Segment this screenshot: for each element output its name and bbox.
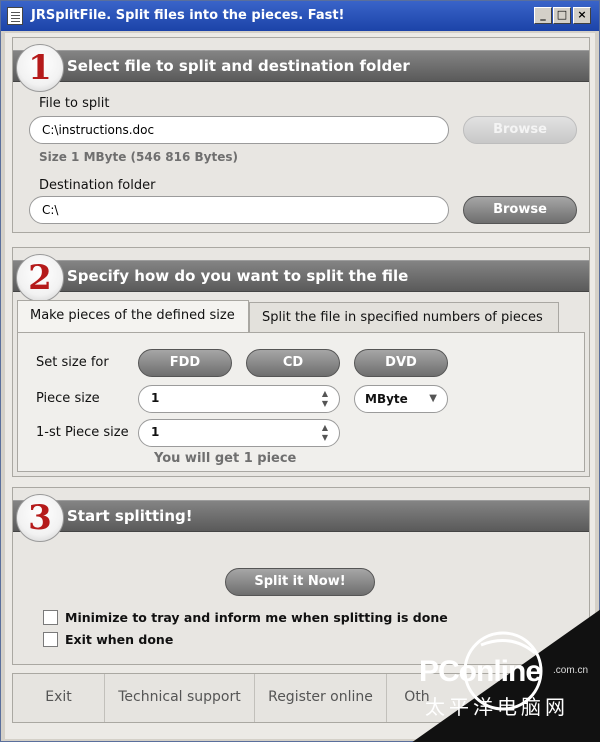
piece-size-value: 1 bbox=[151, 391, 160, 405]
spinner-arrows-icon[interactable]: ▲ ▼ bbox=[319, 389, 331, 409]
file-path-input[interactable]: C:\instructions.doc bbox=[29, 116, 449, 144]
tab-number-of-pieces[interactable]: Split the file in specified numbers of p… bbox=[249, 302, 559, 334]
fdd-button[interactable]: FDD bbox=[138, 349, 232, 377]
result-text: You will get 1 piece bbox=[154, 451, 297, 466]
minimize-tray-checkbox[interactable] bbox=[43, 610, 58, 625]
exit-when-done-checkbox[interactable] bbox=[43, 632, 58, 647]
file-size-text: Size 1 MByte (546 816 Bytes) bbox=[39, 150, 238, 164]
first-piece-size-label: 1-st Piece size bbox=[36, 425, 129, 440]
section-header: Start splitting! bbox=[13, 500, 589, 532]
document-icon bbox=[7, 7, 23, 25]
dvd-button[interactable]: DVD bbox=[354, 349, 448, 377]
exit-when-done-label: Exit when done bbox=[65, 632, 174, 647]
file-to-split-label: File to split bbox=[39, 96, 110, 111]
tab-panel: Set size for FDD CD DVD Piece size 1 ▲ ▼ … bbox=[17, 332, 585, 472]
minimize-button[interactable]: _ bbox=[534, 7, 552, 24]
minimize-tray-label: Minimize to tray and inform me when spli… bbox=[65, 610, 448, 625]
maximize-button[interactable]: □ bbox=[553, 7, 571, 24]
chevron-down-icon: ▼ bbox=[429, 393, 437, 404]
technical-support-button[interactable]: Technical support bbox=[105, 674, 255, 722]
watermark-brand: PConline bbox=[419, 655, 542, 688]
window-title: JRSplitFile. Split files into the pieces… bbox=[31, 8, 345, 23]
tab-defined-size[interactable]: Make pieces of the defined size bbox=[17, 300, 249, 332]
watermark-domain: .com.cn bbox=[553, 665, 589, 676]
close-button[interactable]: × bbox=[573, 7, 591, 24]
first-piece-size-value: 1 bbox=[151, 425, 160, 439]
section-header: Specify how do you want to split the fil… bbox=[13, 260, 589, 292]
cd-button[interactable]: CD bbox=[246, 349, 340, 377]
watermark-chinese: 太平洋电脑网 bbox=[425, 695, 569, 719]
unit-select[interactable]: MByte ▼ bbox=[354, 385, 448, 413]
app-window: JRSplitFile. Split files into the pieces… bbox=[0, 0, 600, 742]
register-online-button[interactable]: Register online bbox=[255, 674, 387, 722]
section-header: Select file to split and destination fol… bbox=[13, 50, 589, 82]
piece-size-label: Piece size bbox=[36, 391, 100, 406]
step-number-1: 1 bbox=[16, 44, 64, 92]
first-piece-size-spinner[interactable]: 1 ▲ ▼ bbox=[138, 419, 340, 447]
split-now-button[interactable]: Split it Now! bbox=[225, 568, 375, 596]
step-number-2: 2 bbox=[16, 254, 64, 302]
title-bar[interactable]: JRSplitFile. Split files into the pieces… bbox=[1, 1, 599, 31]
piece-size-spinner[interactable]: 1 ▲ ▼ bbox=[138, 385, 340, 413]
step-number-3: 3 bbox=[16, 494, 64, 542]
section-split-mode: Specify how do you want to split the fil… bbox=[12, 247, 590, 477]
section-title: Start splitting! bbox=[67, 507, 193, 525]
browse-destination-button[interactable]: Browse bbox=[463, 196, 577, 224]
pconline-watermark: PConline .com.cn 太平洋电脑网 bbox=[411, 609, 600, 742]
unit-value: MByte bbox=[365, 392, 408, 406]
section-select-file: Select file to split and destination fol… bbox=[12, 37, 590, 233]
spinner-arrows-icon[interactable]: ▲ ▼ bbox=[319, 423, 331, 443]
destination-folder-input[interactable]: C:\ bbox=[29, 196, 449, 224]
set-size-label: Set size for bbox=[36, 355, 109, 370]
browse-file-button[interactable]: Browse bbox=[463, 116, 577, 144]
destination-folder-label: Destination folder bbox=[39, 178, 156, 193]
section-title: Select file to split and destination fol… bbox=[67, 57, 410, 75]
exit-button[interactable]: Exit bbox=[13, 674, 105, 722]
section-title: Specify how do you want to split the fil… bbox=[67, 267, 409, 285]
